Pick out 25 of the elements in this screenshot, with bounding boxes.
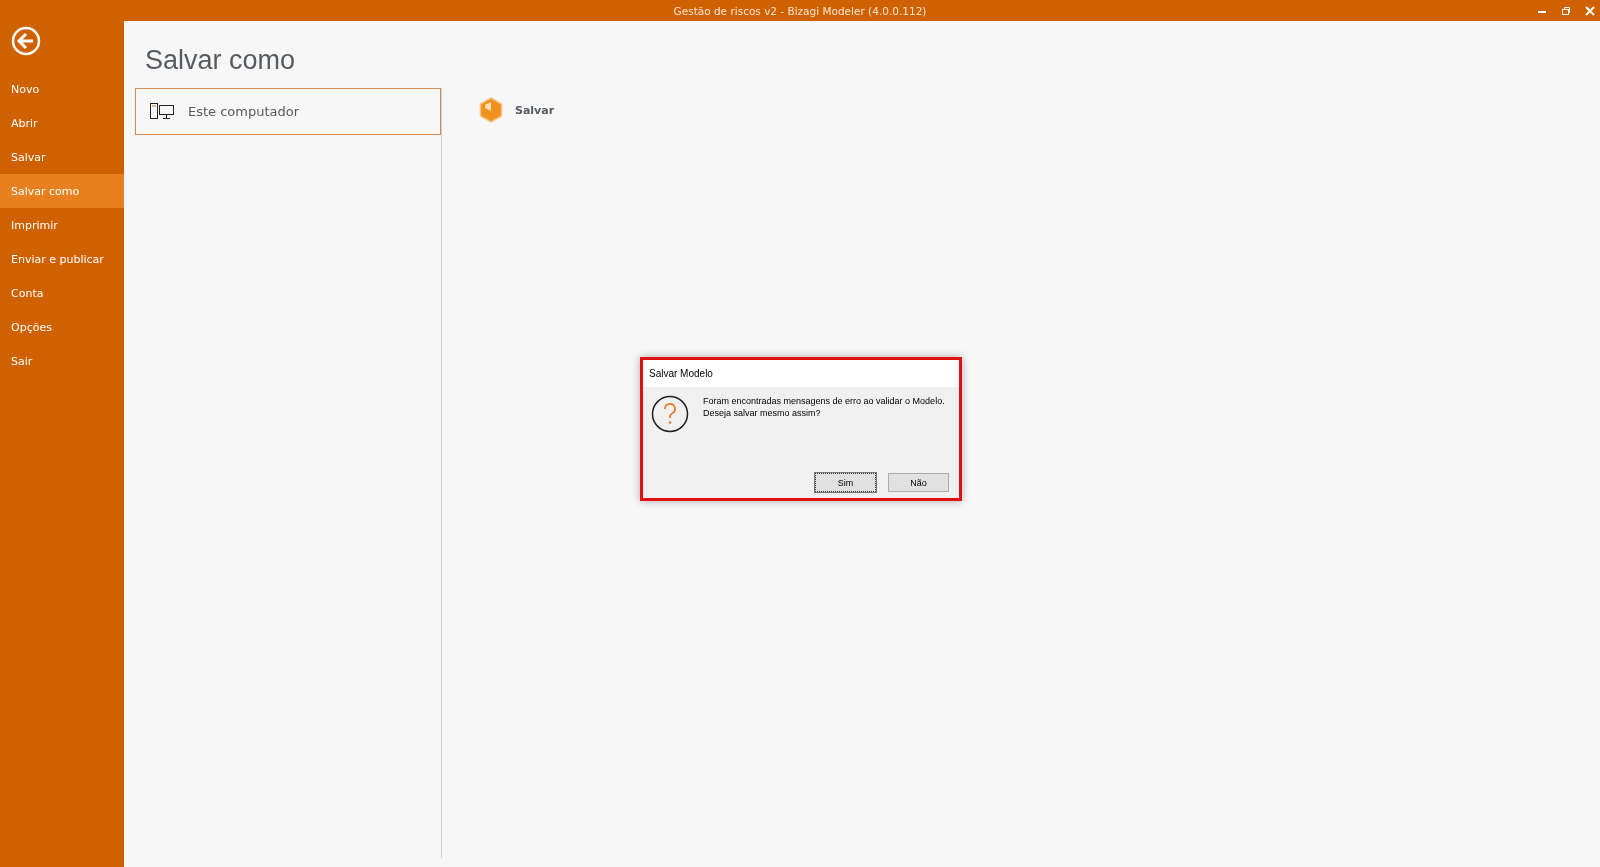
computer-icon (150, 103, 174, 120)
page-title: Salvar como (145, 45, 297, 76)
save-button[interactable]: Salvar (473, 96, 561, 124)
close-button[interactable] (1584, 4, 1596, 17)
window-title: Gestão de riscos v2 - Bizagi Modeler (4.0.0.112) (673, 4, 927, 17)
dialog-button[interactable]: Não (888, 473, 949, 492)
question-icon (651, 395, 689, 433)
back-button[interactable] (11, 26, 41, 56)
dialog-button[interactable]: Sim (815, 473, 876, 492)
close-icon (1585, 5, 1595, 16)
location-item[interactable]: Este computador (135, 88, 441, 135)
cube-icon (479, 97, 503, 123)
sidebar-item[interactable]: Abrir (0, 106, 124, 140)
restore-button[interactable] (1560, 4, 1572, 17)
sidebar-item[interactable]: Salvar (0, 140, 124, 174)
restore-icon (1561, 5, 1571, 16)
sidebar-item[interactable]: Imprimir (0, 208, 124, 242)
sidebar-item[interactable]: Opções (0, 310, 124, 344)
sidebar-item[interactable]: Enviar e publicar (0, 242, 124, 276)
dialog-title: Salvar Modelo (643, 360, 959, 387)
sidebar-item[interactable]: Novo (0, 72, 124, 106)
sidebar-item[interactable]: Sair (0, 344, 124, 378)
dialog-message: Foram encontradas mensagens de erro ao validar o Modelo. Deseja salvar mesmo assim? (703, 395, 945, 420)
sidebar-item[interactable]: Conta (0, 276, 124, 310)
sidebar-item[interactable]: Salvar como (0, 174, 124, 208)
